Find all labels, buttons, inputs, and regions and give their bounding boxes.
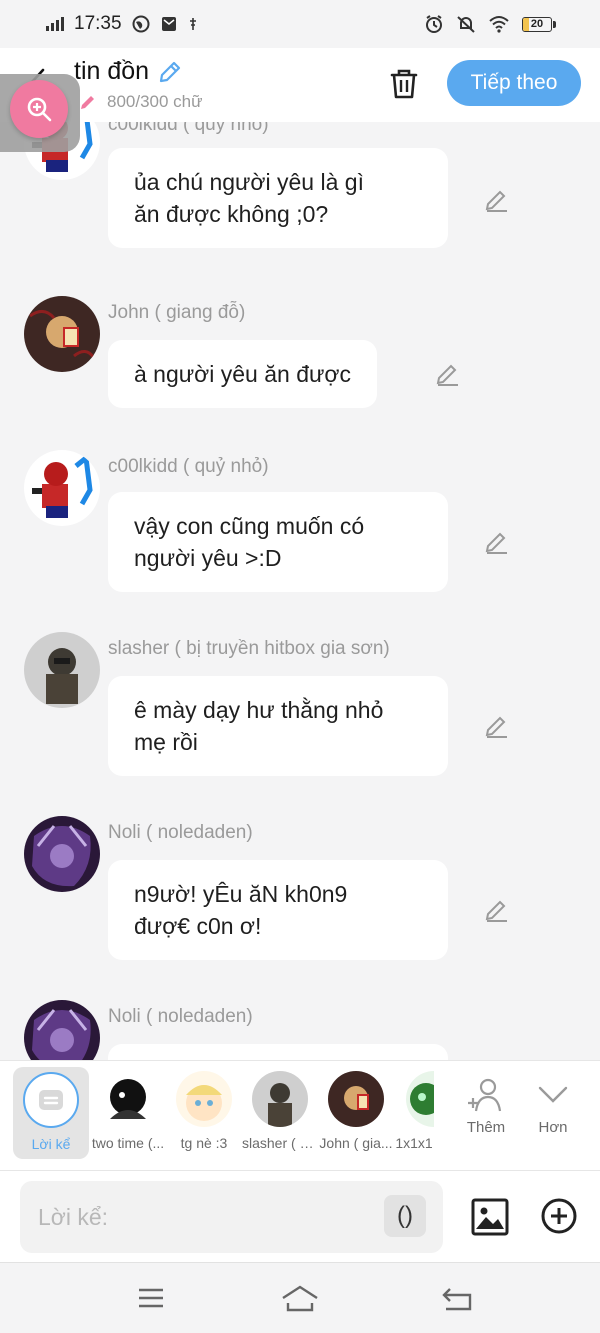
bell-muted-icon — [457, 16, 475, 33]
zoom-button[interactable] — [10, 80, 68, 138]
character-label: John ( gia... — [319, 1135, 393, 1151]
narration-icon — [39, 1090, 63, 1110]
character-1x1x1[interactable]: 1x1x1 — [394, 1071, 434, 1151]
trash-icon[interactable] — [386, 66, 422, 102]
edit-title-icon[interactable] — [157, 59, 183, 85]
chevron-down-icon — [538, 1086, 568, 1103]
status-time: 17:35 — [74, 13, 122, 34]
message-bubble[interactable]: vậy con cũng muốn có người yêu >:D — [108, 492, 448, 592]
message-line: ủa chú người yêu là gì — [134, 169, 364, 195]
message-bubble[interactable] — [108, 1044, 448, 1060]
speaker-name: Noli ( noledaden) — [108, 822, 253, 843]
story-title: tin đồn — [74, 57, 150, 85]
more-button[interactable]: Thêm — [456, 1075, 516, 1136]
add-circle-icon[interactable] — [540, 1197, 578, 1235]
character-label: slasher ( b... — [242, 1135, 318, 1151]
message-notification-icon — [161, 17, 176, 31]
character-label: tg nè :3 — [180, 1135, 228, 1151]
less-button[interactable]: Hơn — [523, 1075, 583, 1136]
header: tin đồn 800/300 chữ Tiếp theo — [0, 48, 600, 122]
message-line: mẹ rồi — [134, 729, 198, 755]
edit-message-icon[interactable] — [483, 712, 511, 740]
alarm-icon — [426, 15, 442, 33]
input-bar: Lời kể: () — [0, 1170, 600, 1262]
character-label: Lời kể — [31, 1136, 71, 1152]
message-line: à người yêu ăn được — [134, 361, 351, 387]
add-person-icon — [468, 1078, 502, 1112]
narration-input[interactable]: Lời kể: — [20, 1181, 443, 1253]
character-narrator[interactable]: Lời kể — [13, 1067, 89, 1159]
message-line: người yêu >:D — [134, 545, 282, 571]
image-icon[interactable] — [470, 1197, 510, 1237]
edit-message-icon[interactable] — [483, 528, 511, 556]
status-bar: 17:35 20 — [0, 0, 600, 48]
speaker-name: c00lkidd ( quỷ nhỏ) — [108, 122, 269, 135]
zoom-in-icon — [27, 97, 52, 122]
character-avatar — [100, 1071, 156, 1127]
parentheses-button[interactable]: () — [384, 1195, 426, 1237]
battery-icon: 20 — [522, 16, 556, 32]
avatar-john[interactable] — [24, 296, 100, 372]
message-line: đượ€ c0n ơ! — [134, 913, 262, 939]
back-nav-icon[interactable] — [440, 1283, 474, 1313]
character-label: two time (... — [91, 1135, 165, 1151]
speaker-name: slasher ( bị truyền hitbox gia sơn) — [108, 638, 390, 659]
avatar-noli[interactable] — [24, 816, 100, 892]
system-nav-bar — [0, 1262, 600, 1333]
edit-message-icon[interactable] — [483, 186, 511, 214]
narration-placeholder: Lời kể: — [38, 1203, 109, 1230]
character-label: 1x1x1 — [395, 1135, 433, 1151]
less-label: Hơn — [538, 1119, 568, 1136]
speaker-name: John ( giang đỗ) — [108, 302, 246, 323]
character-avatar — [176, 1071, 232, 1127]
character-avatar — [328, 1071, 384, 1127]
message-bubble[interactable]: à người yêu ăn được — [108, 340, 377, 408]
message-bubble[interactable]: n9ườ! yÊu ăN kh0n9 đượ€ c0n ơ! — [108, 860, 448, 960]
narrator-avatar — [23, 1072, 79, 1128]
message-line: n9ườ! yÊu ăN kh0n9 — [134, 881, 348, 907]
word-count: 800/300 chữ — [107, 92, 203, 111]
signal-icon — [46, 17, 64, 31]
character-slasher[interactable]: slasher ( b... — [242, 1071, 318, 1151]
battery-level: 20 — [530, 18, 544, 30]
home-icon[interactable] — [280, 1283, 320, 1313]
edit-message-icon[interactable] — [434, 360, 462, 388]
message-feed[interactable]: c00lkidd ( quỷ nhỏ) ủa chú người yêu là … — [0, 122, 600, 1060]
avatar-c00lkidd[interactable] — [24, 450, 100, 526]
pencil-icon — [81, 96, 94, 109]
globe-icon — [132, 15, 150, 33]
character-two-time[interactable]: two time (... — [90, 1071, 166, 1151]
avatar-slasher[interactable] — [24, 632, 100, 708]
character-john[interactable]: John ( gia... — [318, 1071, 394, 1151]
edit-message-icon[interactable] — [483, 896, 511, 924]
message-line: vậy con cũng muốn có — [134, 513, 365, 539]
character-tg[interactable]: tg nè :3 — [166, 1071, 242, 1151]
usb-icon — [189, 18, 196, 30]
speaker-name: Noli ( noledaden) — [108, 1006, 253, 1027]
message-bubble[interactable]: ủa chú người yêu là gì ăn được không ;0? — [108, 148, 448, 248]
character-bar: Lời kể two time (... tg nè :3 slasher ( … — [0, 1060, 600, 1170]
character-avatar — [406, 1071, 434, 1127]
message-bubble[interactable]: ê mày dạy hư thằng nhỏ mẹ rồi — [108, 676, 448, 776]
avatar-noli[interactable] — [24, 1000, 100, 1060]
speaker-name: c00lkidd ( quỷ nhỏ) — [108, 456, 269, 477]
message-line: ê mày dạy hư thằng nhỏ — [134, 697, 384, 723]
message-line: ăn được không ;0? — [134, 201, 329, 227]
more-label: Thêm — [466, 1119, 506, 1136]
page-title[interactable]: tin đồn — [74, 57, 183, 86]
wifi-icon — [489, 16, 509, 33]
character-avatar — [252, 1071, 308, 1127]
menu-icon[interactable] — [136, 1283, 166, 1313]
next-button[interactable]: Tiếp theo — [447, 60, 581, 106]
